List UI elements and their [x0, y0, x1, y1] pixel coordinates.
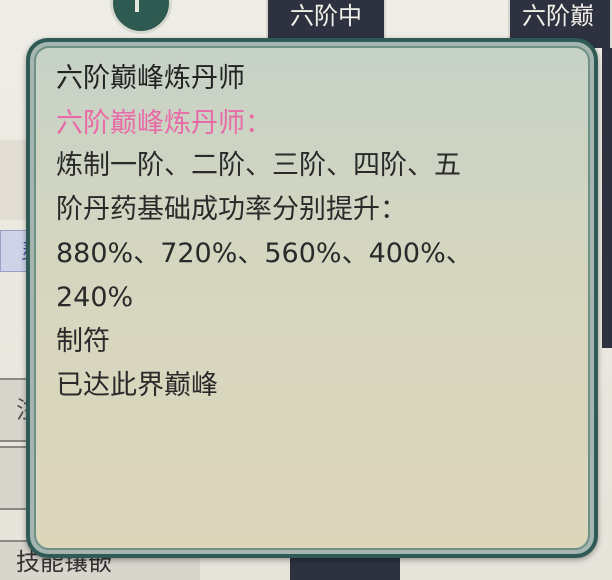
tooltip-frame: 六阶巅峰炼丹师 六阶巅峰炼丹师： 炼制一阶、二阶、三阶、四阶、五 阶丹药基础成功… — [30, 42, 594, 554]
tooltip-description: 炼制一阶、二阶、三阶、四阶、五 阶丹药基础成功率分别提升： 880%、720%、… — [56, 150, 473, 313]
right-panel-edge — [602, 48, 612, 348]
tooltip-line-talisman: 制符 — [56, 326, 110, 357]
tooltip-line-status: 已达此界巅峰 — [56, 370, 218, 401]
tooltip-popup: 六阶巅峰炼丹师 六阶巅峰炼丹师： 炼制一阶、二阶、三阶、四阶、五 阶丹药基础成功… — [26, 38, 598, 558]
tooltip-subtitle: 六阶巅峰炼丹师： — [56, 108, 272, 139]
tooltip-body: 六阶巅峰炼丹师 六阶巅峰炼丹师： 炼制一阶、二阶、三阶、四阶、五 阶丹药基础成功… — [34, 46, 590, 550]
bottom-dark-panel — [290, 556, 400, 580]
tooltip-title: 六阶巅峰炼丹师 — [56, 63, 245, 94]
round-button-icon — [135, 0, 139, 12]
